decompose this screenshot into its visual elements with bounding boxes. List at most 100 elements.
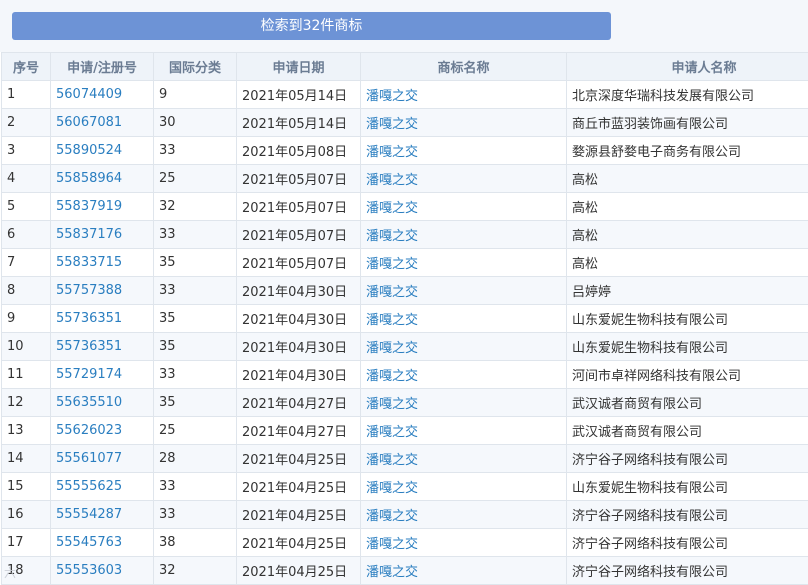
row-serial-cell: 12 [1, 388, 51, 417]
row-serial-cell: 14 [1, 444, 51, 473]
row-registration-link[interactable]: 55858964 [50, 164, 154, 193]
table-row[interactable]: 8 55757388 33 2021年04月30日 潘嘎之交 吕婷婷 [1, 276, 808, 305]
table-row[interactable]: 10 55736351 35 2021年04月30日 潘嘎之交 山东爱妮生物科技有限公司 [1, 332, 808, 361]
row-date-cell: 2021年05月07日 [236, 164, 361, 193]
row-class-cell: 33 [153, 500, 237, 529]
row-applicant-cell: 河间市卓祥网络科技有限公司 [566, 360, 808, 389]
row-trademark-link[interactable]: 潘嘎之交 [360, 500, 567, 529]
row-registration-link[interactable]: 55837919 [50, 192, 154, 221]
table-row[interactable]: 13 55626023 25 2021年04月27日 潘嘎之交 武汉诚者商贸有限公司 [1, 416, 808, 445]
row-applicant-cell: 高松 [566, 248, 808, 277]
table-row[interactable]: 6 55837176 33 2021年05月07日 潘嘎之交 高松 [1, 220, 808, 249]
row-date-cell: 2021年04月30日 [236, 332, 361, 361]
row-registration-link[interactable]: 55736351 [50, 304, 154, 333]
row-trademark-link[interactable]: 潘嘎之交 [360, 416, 567, 445]
header-trademark-name[interactable]: 商标名称 [360, 52, 567, 81]
row-applicant-cell: 吕婷婷 [566, 276, 808, 305]
header-application-date[interactable]: 申请日期 [236, 52, 361, 81]
row-registration-link[interactable]: 55837176 [50, 220, 154, 249]
row-class-cell: 33 [153, 472, 237, 501]
row-date-cell: 2021年04月30日 [236, 276, 361, 305]
header-international-class[interactable]: 国际分类 [153, 52, 237, 81]
row-applicant-cell: 济宁谷子网络科技有限公司 [566, 444, 808, 473]
table-row[interactable]: 5 55837919 32 2021年05月07日 潘嘎之交 高松 [1, 192, 808, 221]
row-serial-cell: 13 [1, 416, 51, 445]
row-registration-link[interactable]: 55555625 [50, 472, 154, 501]
row-registration-link[interactable]: 55561077 [50, 444, 154, 473]
row-serial-cell: 3 [1, 136, 51, 165]
table-row[interactable]: 11 55729174 33 2021年04月30日 潘嘎之交 河间市卓祥网络科技有限公司 [1, 360, 808, 389]
row-trademark-link[interactable]: 潘嘎之交 [360, 164, 567, 193]
row-serial-cell: 4 [1, 164, 51, 193]
table-row[interactable]: 17 55545763 38 2021年04月25日 潘嘎之交 济宁谷子网络科技有限公司 [1, 528, 808, 557]
row-registration-link[interactable]: 56067081 [50, 108, 154, 137]
row-class-cell: 32 [153, 192, 237, 221]
row-registration-link[interactable]: 55890524 [50, 136, 154, 165]
row-class-cell: 25 [153, 416, 237, 445]
row-applicant-cell: 北京深度华瑞科技发展有限公司 [566, 80, 808, 109]
row-date-cell: 2021年05月14日 [236, 108, 361, 137]
row-serial-cell: 11 [1, 360, 51, 389]
row-trademark-link[interactable]: 潘嘎之交 [360, 136, 567, 165]
row-trademark-link[interactable]: 潘嘎之交 [360, 360, 567, 389]
search-result-count-button[interactable]: 检索到32件商标 [12, 12, 611, 40]
row-date-cell: 2021年05月08日 [236, 136, 361, 165]
row-applicant-cell: 济宁谷子网络科技有限公司 [566, 528, 808, 557]
row-registration-link[interactable]: 55554287 [50, 500, 154, 529]
row-serial-cell: 18 [1, 556, 51, 585]
row-trademark-link[interactable]: 潘嘎之交 [360, 192, 567, 221]
row-trademark-link[interactable]: 潘嘎之交 [360, 248, 567, 277]
row-registration-link[interactable]: 56074409 [50, 80, 154, 109]
table-row[interactable]: 7 55833715 35 2021年05月07日 潘嘎之交 高松 [1, 248, 808, 277]
header-serial-number[interactable]: 序号 [1, 52, 51, 81]
table-row[interactable]: 4 55858964 25 2021年05月07日 潘嘎之交 高松 [1, 164, 808, 193]
row-class-cell: 28 [153, 444, 237, 473]
row-trademark-link[interactable]: 潘嘎之交 [360, 304, 567, 333]
row-serial-cell: 6 [1, 220, 51, 249]
row-trademark-link[interactable]: 潘嘎之交 [360, 528, 567, 557]
header-applicant-name[interactable]: 申请人名称 [566, 52, 808, 81]
row-class-cell: 33 [153, 360, 237, 389]
row-trademark-link[interactable]: 潘嘎之交 [360, 332, 567, 361]
row-registration-link[interactable]: 55553603 [50, 556, 154, 585]
row-date-cell: 2021年04月30日 [236, 360, 361, 389]
row-trademark-link[interactable]: 潘嘎之交 [360, 388, 567, 417]
row-class-cell: 33 [153, 276, 237, 305]
row-trademark-link[interactable]: 潘嘎之交 [360, 444, 567, 473]
row-registration-link[interactable]: 55635510 [50, 388, 154, 417]
row-registration-link[interactable]: 55729174 [50, 360, 154, 389]
row-trademark-link[interactable]: 潘嘎之交 [360, 556, 567, 585]
row-date-cell: 2021年04月25日 [236, 472, 361, 501]
row-trademark-link[interactable]: 潘嘎之交 [360, 276, 567, 305]
row-serial-cell: 15 [1, 472, 51, 501]
table-row[interactable]: 3 55890524 33 2021年05月08日 潘嘎之交 婺源县舒婺电子商务有限公司 [1, 136, 808, 165]
row-registration-link[interactable]: 55757388 [50, 276, 154, 305]
table-row[interactable]: 15 55555625 33 2021年04月25日 潘嘎之交 山东爱妮生物科技有限公司 [1, 472, 808, 501]
table-row[interactable]: 2 56067081 30 2021年05月14日 潘嘎之交 商丘市蓝羽装饰画有限公司 [1, 108, 808, 137]
table-row[interactable]: 18 55553603 32 2021年04月25日 潘嘎之交 济宁谷子网络科技有限公司 [1, 556, 808, 585]
row-class-cell: 30 [153, 108, 237, 137]
row-applicant-cell: 商丘市蓝羽装饰画有限公司 [566, 108, 808, 137]
row-trademark-link[interactable]: 潘嘎之交 [360, 220, 567, 249]
row-registration-link[interactable]: 55626023 [50, 416, 154, 445]
row-class-cell: 33 [153, 220, 237, 249]
row-trademark-link[interactable]: 潘嘎之交 [360, 472, 567, 501]
row-trademark-link[interactable]: 潘嘎之交 [360, 80, 567, 109]
header-registration-number[interactable]: 申请/注册号 [50, 52, 154, 81]
row-registration-link[interactable]: 55833715 [50, 248, 154, 277]
table-row[interactable]: 12 55635510 35 2021年04月27日 潘嘎之交 武汉诚者商贸有限公司 [1, 388, 808, 417]
row-registration-link[interactable]: 55736351 [50, 332, 154, 361]
table-row[interactable]: 14 55561077 28 2021年04月25日 潘嘎之交 济宁谷子网络科技有限公司 [1, 444, 808, 473]
row-applicant-cell: 武汉诚者商贸有限公司 [566, 388, 808, 417]
row-date-cell: 2021年05月07日 [236, 248, 361, 277]
row-trademark-link[interactable]: 潘嘎之交 [360, 108, 567, 137]
table-row[interactable]: 16 55554287 33 2021年04月25日 潘嘎之交 济宁谷子网络科技有限公司 [1, 500, 808, 529]
row-registration-link[interactable]: 55545763 [50, 528, 154, 557]
row-date-cell: 2021年05月07日 [236, 192, 361, 221]
row-date-cell: 2021年04月25日 [236, 528, 361, 557]
table-row[interactable]: 9 55736351 35 2021年04月30日 潘嘎之交 山东爱妮生物科技有限公司 [1, 304, 808, 333]
row-applicant-cell: 高松 [566, 220, 808, 249]
row-applicant-cell: 武汉诚者商贸有限公司 [566, 416, 808, 445]
table-row[interactable]: 1 56074409 9 2021年05月14日 潘嘎之交 北京深度华瑞科技发展有限公司 [1, 80, 808, 109]
row-serial-cell: 8 [1, 276, 51, 305]
